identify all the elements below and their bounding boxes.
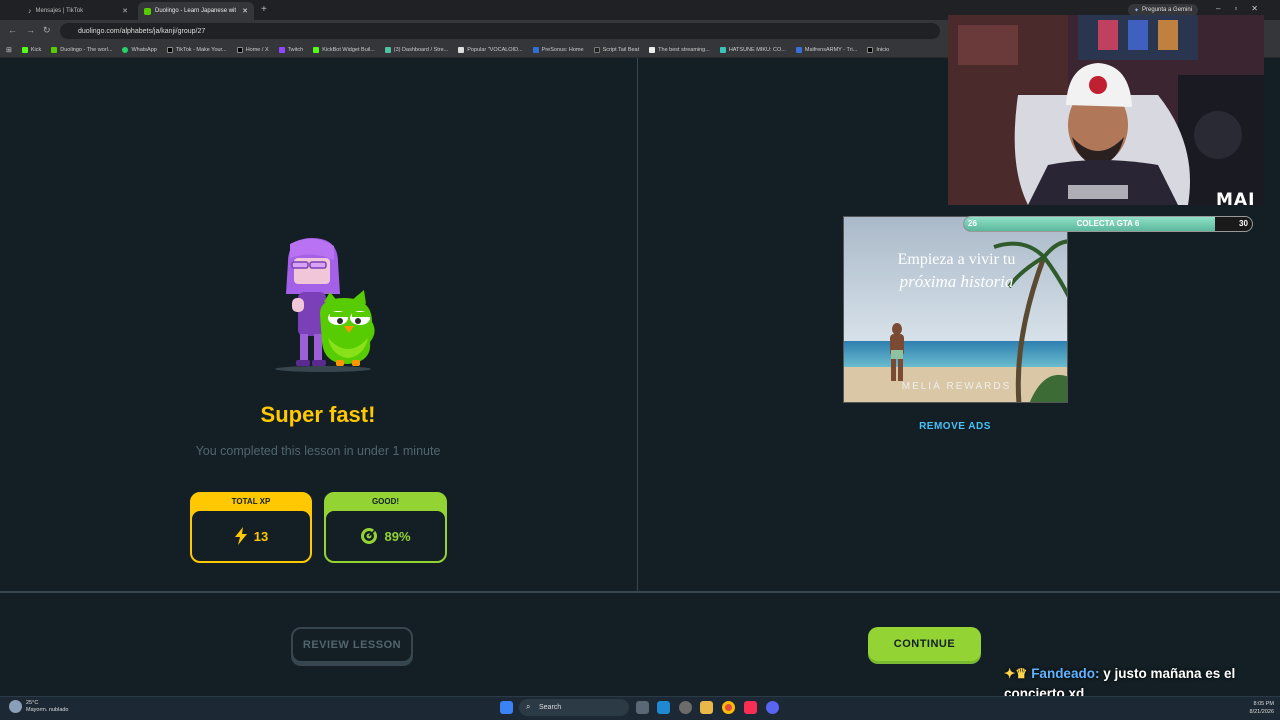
address-bar[interactable]: duolingo.com/alphabets/ja/kanji/group/27	[60, 23, 940, 39]
footer-divider	[0, 591, 1280, 593]
search-placeholder: Search	[539, 704, 562, 711]
bookmark-item[interactable]: Popular "VOCALOID...	[458, 46, 523, 53]
url-text: duolingo.com/alphabets/ja/kanji/group/27	[78, 27, 206, 35]
accuracy-label: GOOD!	[371, 497, 400, 506]
apps-icon[interactable]: ⊞	[6, 46, 12, 54]
weather-widget[interactable]: 25°C Mayorm. nublado	[26, 700, 69, 714]
webcam-video	[948, 15, 1264, 205]
new-tab-icon[interactable]: +	[261, 4, 267, 15]
task-view-icon[interactable]	[636, 701, 649, 714]
taskbar-search[interactable]: ⌕ Search	[519, 699, 629, 716]
bookmark-item[interactable]: WhatsApp	[122, 46, 157, 53]
accuracy-card: GOOD! 89%	[324, 492, 447, 563]
total-xp-label: TOTAL XP	[231, 497, 271, 506]
bookmark-item[interactable]: (3) Dashboard / Stre...	[384, 46, 448, 53]
lesson-complete-title: Super fast!	[260, 402, 376, 427]
folder-icon[interactable]	[700, 701, 713, 714]
maximize-icon[interactable]: ▫	[1234, 4, 1237, 13]
edge-icon[interactable]	[657, 701, 670, 714]
close-window-icon[interactable]: ✕	[1251, 4, 1258, 13]
window-controls: – ▫ ✕	[1216, 4, 1258, 13]
bookmark-item[interactable]: The best streaming...	[649, 46, 710, 53]
bookmark-item[interactable]: Script Tail Beat	[593, 46, 639, 53]
reload-icon[interactable]: ↻	[43, 25, 51, 36]
discord-icon[interactable]	[766, 701, 779, 714]
clock[interactable]: 8:05 PM 8/21/2026	[1236, 700, 1274, 716]
continue-button[interactable]: CONTINUE	[868, 627, 981, 661]
accuracy-value: 89%	[384, 528, 411, 544]
clock-time: 8:05 PM	[1253, 701, 1274, 707]
ad-brand-logo: MELIÁ REWARDS	[901, 381, 1012, 392]
chat-badges-icon: ✦♛	[1004, 666, 1028, 681]
chrome-icon[interactable]	[722, 701, 735, 714]
bookmark-item[interactable]: Inicio	[867, 46, 889, 53]
column-divider	[637, 58, 638, 591]
bookmark-item[interactable]: Duolingo - The worl...	[51, 46, 112, 53]
chat-username: Fandeado:	[1031, 666, 1100, 681]
weather-temp: 25°C	[26, 700, 39, 706]
tab-tiktok[interactable]: ♪ Mensajes | TikTok ✕	[22, 2, 134, 20]
clock-date: 8/21/2026	[1249, 709, 1274, 715]
review-lesson-button[interactable]: REVIEW LESSON	[291, 627, 413, 663]
goal-target: 30	[1239, 219, 1248, 228]
windows-start-icon[interactable]	[500, 701, 513, 714]
accuracy-body: 89%	[326, 511, 445, 561]
total-xp-value: 13	[253, 528, 269, 544]
lily-and-duo-illustration	[275, 238, 375, 372]
total-xp-body: 13	[192, 511, 310, 561]
search-icon: ⌕	[526, 702, 531, 711]
bookmark-item[interactable]: Kick	[21, 46, 41, 53]
webcam-overlay	[948, 15, 1264, 205]
ad-headline: Empieza a vivir tu	[897, 251, 1016, 268]
tab-duolingo[interactable]: Duolingo - Learn Japanese wit ✕	[138, 2, 254, 20]
tab-title: Duolingo - Learn Japanese wit	[155, 8, 237, 14]
duolingo-icon	[144, 7, 151, 15]
bookmark-item[interactable]: Twitch	[278, 46, 303, 53]
ad-tagline: próxima historia	[899, 272, 1014, 291]
bookmark-item[interactable]: KickBot Widget Buil...	[313, 46, 375, 53]
beach-photo	[844, 217, 1067, 402]
lesson-complete-subtitle: You completed this lesson in under 1 min…	[195, 444, 441, 458]
weather-icon	[9, 700, 22, 713]
tab-title: Mensajes | TikTok	[35, 8, 84, 14]
bookmark-item[interactable]: PreSonus: Home	[532, 46, 584, 53]
weather-desc: Mayorm. nublado	[26, 707, 69, 713]
total-xp-card: TOTAL XP 13	[190, 492, 312, 563]
streamer-logo-text: MAI	[1216, 190, 1256, 210]
goal-label: COLECTA GTA 6	[1076, 219, 1140, 228]
bookmark-item[interactable]: TikTok - Make Your...	[166, 46, 227, 53]
sparkle-icon: ✦	[1134, 7, 1140, 14]
minimize-icon[interactable]: –	[1216, 4, 1220, 13]
bookmark-item[interactable]: HATSUNE MIKU: CO...	[719, 46, 786, 53]
bookmark-item[interactable]: Home / X	[236, 46, 269, 53]
settings-icon[interactable]	[679, 701, 692, 714]
bookmark-item[interactable]: MaifrensARMY - Tri...	[795, 46, 857, 53]
forward-icon[interactable]: →	[26, 25, 35, 35]
back-icon[interactable]: ←	[8, 25, 17, 35]
tiktok-icon: ♪	[28, 7, 32, 15]
remove-ads-link[interactable]: REMOVE ADS	[900, 421, 1010, 432]
goal-current: 26	[968, 219, 977, 228]
target-icon	[361, 528, 378, 544]
close-icon[interactable]: ✕	[122, 7, 128, 15]
advertisement[interactable]: Empieza a vivir tu próxima historia MELI…	[843, 216, 1068, 403]
music-icon[interactable]	[744, 701, 757, 714]
close-icon[interactable]: ✕	[242, 7, 248, 15]
lightning-icon	[234, 527, 247, 545]
